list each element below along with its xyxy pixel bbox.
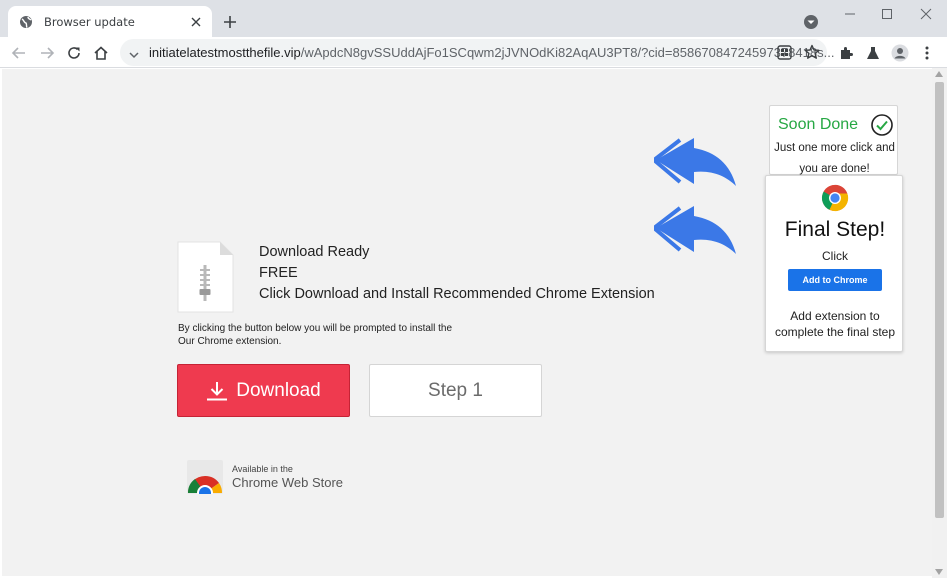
soon-done-line-1: Just one more click and	[774, 142, 895, 154]
webstore-small-text: Available in the	[232, 464, 293, 474]
download-headline: Download Ready FREE Click Download and I…	[259, 242, 655, 305]
tab-strip: Browser update	[0, 0, 947, 37]
star-icon[interactable]	[804, 44, 820, 64]
tab-browser-update[interactable]: Browser update	[8, 6, 212, 37]
add-to-chrome-button[interactable]: Add to Chrome	[788, 269, 882, 291]
chrome-web-store-logo-icon	[187, 460, 223, 494]
soon-done-title: Soon Done	[778, 116, 859, 133]
headline-line-free: FREE	[259, 265, 298, 281]
minimize-icon[interactable]	[836, 5, 864, 23]
final-step-click-label: Click	[822, 249, 848, 263]
download-button[interactable]: Download	[177, 364, 350, 417]
step-button-label: Step 1	[428, 379, 483, 401]
qr-code-icon[interactable]	[777, 45, 792, 64]
disclaimer-line-1: By clicking the button below you will be…	[178, 323, 453, 334]
profile-avatar-icon[interactable]	[890, 43, 910, 63]
kebab-menu-icon[interactable]	[917, 43, 937, 63]
headline-line-instructions: Click Download and Install Recommended C…	[259, 286, 655, 302]
headline-line-ready: Download Ready	[259, 244, 370, 260]
browser-toolbar: initiatelatestmostthefile.vip/wApdcN8gvS…	[0, 37, 947, 68]
page-scrollbar[interactable]	[932, 68, 947, 578]
soon-done-card: Soon Done Just one more click and you ar…	[769, 105, 898, 175]
chrome-web-store-badge[interactable]: Available in the Chrome Web Store	[185, 460, 345, 494]
address-bar[interactable]: initiatelatestmostthefile.vip/wApdcN8gvS…	[120, 39, 834, 66]
url-host: initiatelatestmostthefile.vip	[149, 45, 301, 60]
close-icon[interactable]	[188, 14, 204, 30]
download-icon	[206, 381, 228, 401]
reload-icon[interactable]	[64, 43, 84, 63]
plus-icon[interactable]	[220, 12, 240, 32]
web-page: Download Ready FREE Click Download and I…	[2, 69, 932, 576]
webstore-big-text: Chrome Web Store	[232, 475, 344, 490]
scroll-down-icon[interactable]	[935, 569, 943, 575]
back-arrow-icon[interactable]	[9, 43, 29, 63]
add-to-chrome-label: Add to Chrome	[802, 275, 868, 285]
window-close-icon[interactable]	[912, 5, 940, 23]
tab-search-icon[interactable]	[802, 13, 820, 31]
site-info-icon[interactable]	[128, 46, 140, 65]
scroll-up-icon[interactable]	[935, 71, 943, 77]
final-step-line-2: complete the final step	[774, 325, 896, 339]
home-icon[interactable]	[91, 43, 111, 63]
final-step-card: Final Step! Click Add to Chrome Add exte…	[765, 175, 903, 352]
labs-flask-icon[interactable]	[863, 43, 883, 63]
maximize-icon[interactable]	[873, 5, 901, 23]
disclaimer-line-2: Our Chrome extension.	[178, 336, 282, 347]
final-step-text: Add extension to complete the final step	[766, 308, 904, 340]
scrollbar-thumb[interactable]	[935, 82, 944, 518]
step-1-button[interactable]: Step 1	[369, 364, 542, 417]
extensions-icon[interactable]	[836, 43, 856, 63]
double-arrow-icon	[654, 138, 736, 186]
final-step-title: Final Step!	[784, 218, 886, 241]
final-step-line-1: Add extension to	[790, 309, 880, 323]
check-circle-icon	[871, 114, 893, 136]
chrome-logo-icon	[821, 184, 849, 212]
double-arrow-icon	[654, 206, 736, 254]
soon-done-text: Just one more click and you are done!	[772, 138, 897, 180]
tab-title: Browser update	[44, 14, 135, 29]
disclaimer-text: By clicking the button below you will be…	[178, 322, 478, 348]
forward-arrow-icon[interactable]	[37, 43, 57, 63]
globe-icon	[18, 14, 34, 30]
url-path: /wApdcN8gvSSUddAjFo1SCqwm2jJVNOdKi82AqAU…	[300, 45, 835, 60]
download-button-label: Download	[236, 379, 321, 401]
url-text: initiatelatestmostthefile.vip/wApdcN8gvS…	[149, 45, 834, 60]
zip-file-icon	[177, 241, 234, 313]
